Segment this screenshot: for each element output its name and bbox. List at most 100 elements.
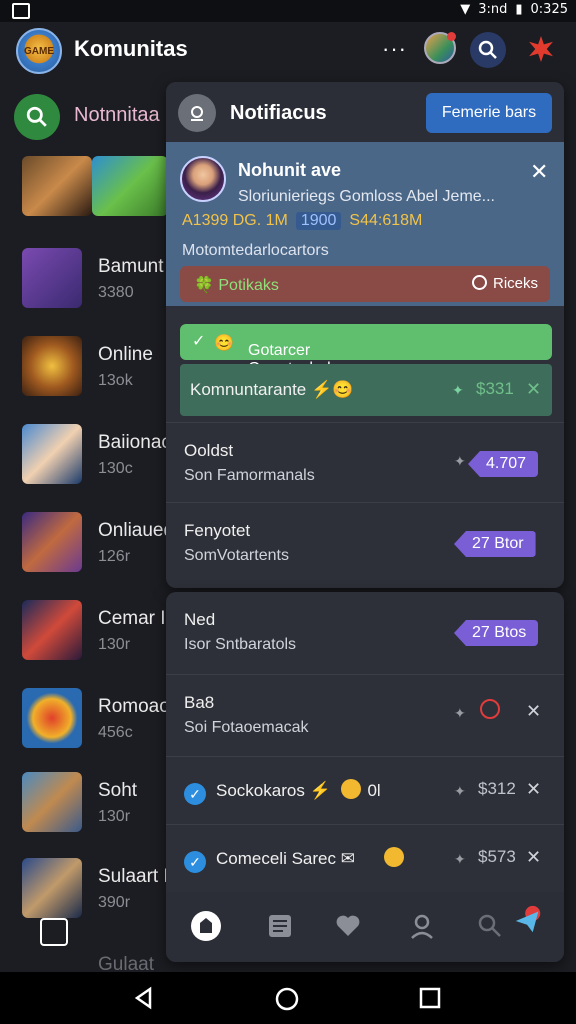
game-count: 126r <box>98 548 131 565</box>
game-count: 130c <box>98 460 133 477</box>
panel-action-button[interactable]: Femerie bars <box>426 93 552 133</box>
alert-icon <box>529 36 553 62</box>
home-tab[interactable] <box>190 910 222 942</box>
game-count: 390r <box>98 894 131 911</box>
game-name: Baiionac <box>98 432 171 453</box>
row-title: Ooldst <box>184 441 234 460</box>
row-title: Komnuntarante ⚡😊 <box>190 380 354 399</box>
game-thumbnail <box>92 156 168 216</box>
row-title: ✓ Comeceli Sarec ✉ <box>184 847 410 873</box>
row-title-text: Komnuntarante <box>190 380 307 399</box>
wifi-icon: ▼ <box>460 2 471 17</box>
sparkle-icon: ✦ <box>454 851 466 867</box>
game-thumbnail <box>22 248 82 308</box>
back-icon <box>134 986 152 1010</box>
list-item[interactable]: Online 13ok <box>22 336 182 406</box>
floating-share-icon[interactable] <box>40 918 68 946</box>
battery-icon: ▮ <box>515 2 523 17</box>
game-count: 456c <box>98 724 133 741</box>
notification-desc: Sloriunieriegs Gomloss Abel Jeme... <box>238 188 495 205</box>
list-item[interactable]: Cemar In 130r <box>22 600 182 670</box>
list-item[interactable]: Komnuntarante ⚡😊 ✦ $331 ✕ <box>180 364 552 416</box>
value-badge: 27 Btor <box>454 531 536 557</box>
game-name: Online <box>98 344 153 365</box>
game-thumbnail <box>22 336 82 396</box>
page-title: Komunitas <box>74 36 188 61</box>
row-subtitle: Soi Fotaoemacak <box>184 719 309 736</box>
list-item[interactable]: Romoaoe 456c <box>22 688 182 758</box>
bar-label-text: Potikaks <box>218 277 279 294</box>
chat-tab[interactable] <box>512 904 544 936</box>
panel-header: Notifiacus Femerie bars <box>166 82 564 142</box>
community-search[interactable]: Notnnitaa <box>14 94 184 140</box>
close-icon[interactable]: ✕ <box>526 379 541 400</box>
list-item[interactable]: ✓ Comeceli Sarec ✉ ✦ $573 ✕ <box>166 824 564 893</box>
avatar[interactable] <box>424 32 456 64</box>
featured-notification[interactable]: Nohunit ave ✕ Sloriunieriegs Gomloss Abe… <box>166 142 564 306</box>
value-badge: 27 Btos <box>454 620 539 646</box>
notification-icon <box>178 94 216 132</box>
more-icon[interactable]: ··· <box>382 36 407 62</box>
list-item[interactable]: Fenyotet SomVotartents 27 Btor <box>166 502 564 583</box>
price: $573 <box>478 847 516 866</box>
row-title-text: Comeceli Sarec <box>216 849 336 868</box>
success-banner[interactable]: ✓ Gotarcer Omertachals 😊 <box>180 324 552 377</box>
news-icon <box>269 915 291 937</box>
list-item[interactable]: Soht 130r <box>22 772 182 842</box>
notification-dot <box>447 32 456 41</box>
alert-button[interactable] <box>526 32 558 64</box>
list-item[interactable]: Ooldst Son Famormanals ✦ 4.707 <box>166 422 564 503</box>
avatar <box>180 156 226 202</box>
game-name: Soht <box>98 780 138 801</box>
stat-a: A1399 DG. 1M <box>182 212 288 229</box>
back-button[interactable] <box>132 986 156 1015</box>
game-thumbnail <box>22 424 82 484</box>
notification-stats: A1399 DG. 1M 1900 S44:618M <box>182 212 422 230</box>
search-icon <box>478 914 501 937</box>
close-icon[interactable]: ✕ <box>526 779 541 800</box>
notifications-panel: Notifiacus Femerie bars Nohunit ave ✕ Sl… <box>166 82 564 588</box>
network-label: 3:nd <box>478 2 508 17</box>
list-item[interactable]: Ned Isor Sntbaratols 27 Btos <box>166 592 564 672</box>
list-item[interactable] <box>22 156 182 226</box>
list-item[interactable]: Ba8 Soi Fotaoemacak ✦ ✕ <box>166 674 564 755</box>
search-toggle[interactable] <box>14 94 60 140</box>
search-button[interactable] <box>470 32 506 68</box>
radio-option[interactable]: Riceks <box>472 275 538 292</box>
clock: 0:325 <box>530 2 568 17</box>
list-item[interactable]: ✓ Sockokaros ⚡ 0l ✦ $312 ✕ <box>166 756 564 825</box>
bar-label: 🍀 Potikaks <box>194 277 279 294</box>
list-item[interactable]: Baiionac 130c <box>22 424 182 494</box>
game-thumbnail <box>22 688 82 748</box>
notification-action-bar[interactable]: 🍀 Potikaks Riceks <box>180 266 550 302</box>
top-bar: GAME Komunitas ··· <box>0 22 576 80</box>
recents-button[interactable] <box>418 986 442 1015</box>
search-label: Notnnitaa <box>74 104 160 126</box>
row-suffix: 0l <box>367 781 381 800</box>
close-icon[interactable]: ✕ <box>526 701 541 722</box>
list-item[interactable]: Onliaued 126r <box>22 512 182 582</box>
home-button[interactable] <box>274 986 300 1017</box>
gallery-icon <box>12 3 30 19</box>
game-count: 130r <box>98 808 131 825</box>
search-tab[interactable] <box>474 910 506 942</box>
stat-pill: 1900 <box>295 212 342 230</box>
row-subtitle: SomVotartents <box>184 547 289 564</box>
row-title: Ba8 <box>184 693 215 712</box>
list-item[interactable]: Bamunt 3380 <box>22 248 182 318</box>
game-thumbnail <box>22 858 82 918</box>
close-icon[interactable]: ✕ <box>526 847 541 868</box>
price: $312 <box>478 779 516 798</box>
profile-tab[interactable] <box>406 910 438 942</box>
game-count: 130r <box>98 636 131 653</box>
stat-b: S44:618M <box>349 212 423 229</box>
banner-text: Gotarcer Omertachals 😊 <box>214 333 339 377</box>
favorites-tab[interactable] <box>332 910 364 942</box>
status-bar: ▼ 3:nd ▮ 0:325 <box>0 0 576 22</box>
coin-icon <box>341 779 362 799</box>
row-title: Ned <box>184 610 216 629</box>
close-icon[interactable]: ✕ <box>524 158 554 186</box>
notification-line: Motomtedarlocartors <box>182 242 329 259</box>
feed-tab[interactable] <box>264 910 296 942</box>
sparkle-icon: ✦ <box>454 453 466 469</box>
